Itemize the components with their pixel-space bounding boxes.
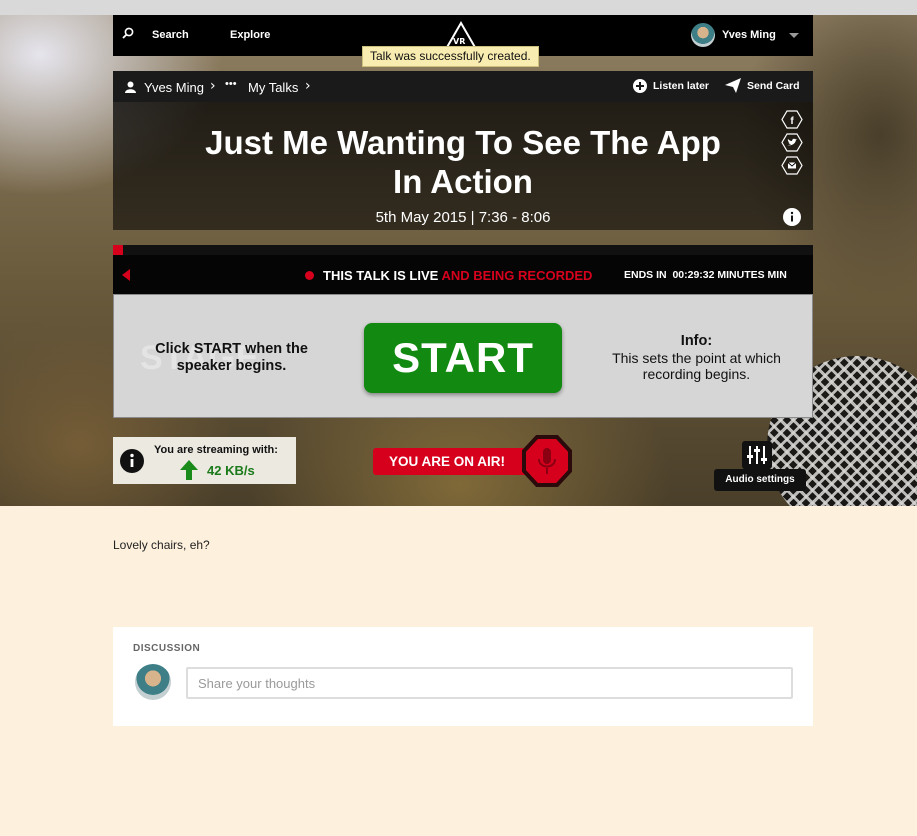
talk-date: 5th May 2015 | 7:36 - 8:06 <box>375 209 551 226</box>
plus-circle-icon[interactable] <box>633 79 647 93</box>
email-icon[interactable] <box>781 156 803 175</box>
microphone-icon[interactable] <box>522 435 572 487</box>
breadcrumb: Yves Ming › ••• My Talks › Listen later … <box>113 71 813 102</box>
live-status-text: THIS TALK IS LIVE AND BEING RECORDED <box>323 268 592 283</box>
user-icon <box>125 81 136 93</box>
countdown-label: ENDS IN <box>624 269 667 281</box>
user-name-menu[interactable]: Yves Ming <box>722 29 776 41</box>
talk-description: Lovely chairs, eh? <box>113 538 210 552</box>
success-toast: Talk was successfully created. <box>362 46 539 67</box>
chevron-down-icon[interactable] <box>789 33 799 38</box>
countdown: ENDS IN 00:29:32 MINUTES MIN <box>624 269 787 281</box>
discussion-title: DISCUSSION <box>133 643 201 654</box>
back-arrow-icon[interactable] <box>122 269 130 281</box>
breadcrumb-my-talks[interactable]: My Talks <box>248 80 298 95</box>
audio-settings-button[interactable]: Audio settings <box>714 469 806 491</box>
send-card-button[interactable]: Send Card <box>747 80 800 92</box>
comment-input[interactable] <box>186 667 793 699</box>
logo-text: VR <box>453 37 466 46</box>
listen-later-button[interactable]: Listen later <box>653 80 709 92</box>
sliders-icon[interactable] <box>742 441 772 469</box>
browser-top-strip <box>0 0 917 15</box>
countdown-value: 00:29:32 MINUTES MIN <box>672 269 787 281</box>
on-air-badge: YOU ARE ON AIR! <box>373 448 533 475</box>
live-status-bar: THIS TALK IS LIVE AND BEING RECORDED END… <box>113 255 813 294</box>
talk-title: Just Me Wanting To See The App In Action <box>205 124 721 200</box>
stage-info-body: This sets the point at which recording b… <box>612 350 781 382</box>
streaming-label: You are streaming with: <box>154 444 278 456</box>
stage-panel: STAGE Click START when the speaker begin… <box>113 294 813 418</box>
breadcrumb-user[interactable]: Yves Ming <box>144 80 204 95</box>
nav-explore-link[interactable]: Explore <box>230 29 270 41</box>
talk-progress-bar <box>113 245 813 255</box>
search-icon[interactable] <box>122 27 134 39</box>
talk-progress-fill <box>113 245 123 255</box>
streaming-status: You are streaming with: 42 KB/s <box>113 437 296 484</box>
twitter-icon[interactable] <box>781 133 803 152</box>
svg-text:f: f <box>790 116 794 127</box>
live-status-red: AND BEING RECORDED <box>441 268 593 283</box>
arrow-up-icon <box>180 460 198 480</box>
facebook-icon[interactable]: f <box>781 110 803 129</box>
stage-instruction: Click START when the speaker begins. <box>155 341 308 374</box>
avatar <box>135 664 171 700</box>
live-dot-icon <box>305 271 314 280</box>
paper-plane-icon[interactable] <box>725 78 741 93</box>
info-icon[interactable] <box>783 208 801 226</box>
talk-header: Just Me Wanting To See The App In Action… <box>113 102 813 230</box>
streaming-rate: 42 KB/s <box>207 463 255 478</box>
info-icon[interactable] <box>120 449 144 473</box>
breadcrumb-ellipsis[interactable]: ••• <box>225 78 237 90</box>
hero-section: Search Explore VR Yves Ming Talk was suc… <box>0 15 917 506</box>
nav-search-link[interactable]: Search <box>152 29 189 41</box>
discussion-panel: DISCUSSION <box>113 627 813 726</box>
stage-info-heading: Info: <box>680 333 713 349</box>
chevron-right-icon: › <box>210 78 216 94</box>
start-button[interactable]: START <box>364 323 562 393</box>
chevron-right-icon: › <box>305 78 311 94</box>
user-avatar[interactable] <box>691 23 715 47</box>
live-status-white: THIS TALK IS LIVE <box>323 268 439 283</box>
